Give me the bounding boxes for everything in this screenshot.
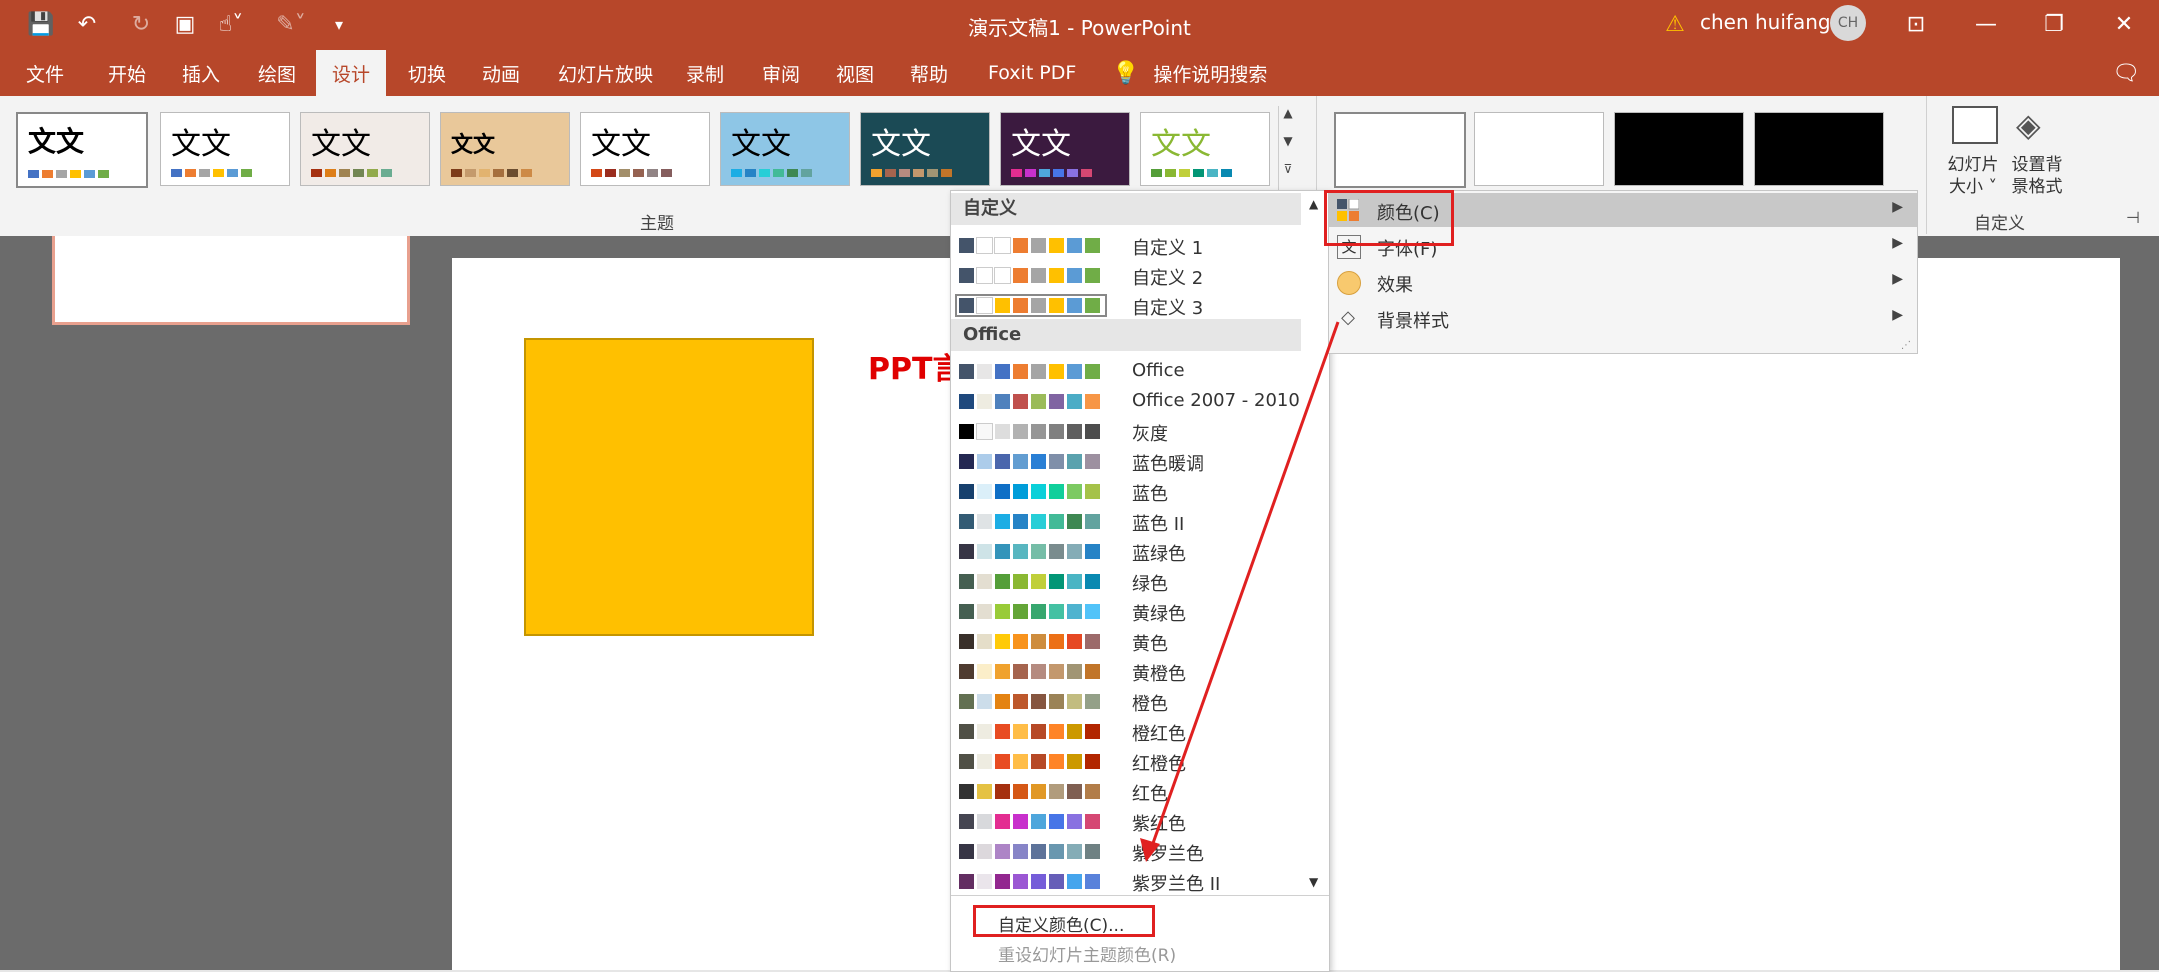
annotation-arrow	[1140, 321, 1340, 862]
arrow-line	[1150, 321, 1340, 847]
arrow-head	[1140, 838, 1160, 862]
